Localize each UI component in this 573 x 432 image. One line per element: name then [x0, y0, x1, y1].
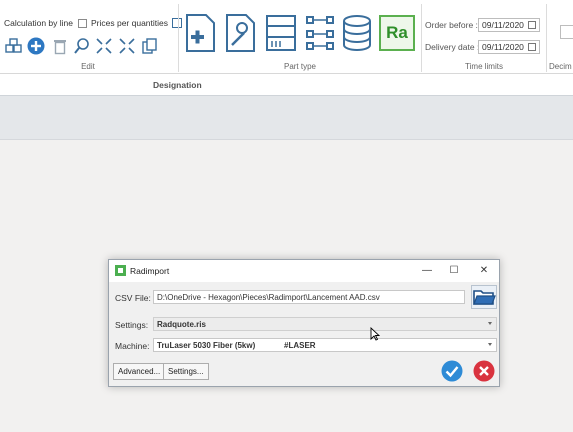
settings-button[interactable]: Settings...: [163, 363, 209, 380]
toolbar-band: [0, 96, 573, 140]
calc-options-row: Calculation by line Prices per quantitie…: [4, 18, 182, 28]
prices-per-quantities-checkbox[interactable]: [77, 18, 87, 28]
sheet-part-icon[interactable]: [184, 13, 218, 53]
cabinet-icon[interactable]: [264, 13, 298, 53]
tube-part-icon[interactable]: [224, 13, 258, 53]
delivery-date-value: 09/11/2020: [482, 42, 524, 52]
order-before-value: 09/11/2020: [482, 20, 524, 30]
prices-per-quantities-label: Prices per quantities: [90, 18, 168, 28]
maximize-button[interactable]: ☐: [446, 263, 462, 279]
delivery-date-field[interactable]: 09/11/2020: [478, 40, 540, 54]
ribbon: Calculation by line Prices per quantitie…: [0, 0, 573, 74]
settings-label: Settings:: [115, 320, 149, 330]
close-button[interactable]: ✕: [476, 263, 492, 279]
csv-file-label: CSV File:: [115, 293, 151, 303]
order-before-date-field[interactable]: 09/11/2020: [478, 18, 540, 32]
machine-select[interactable]: TruLaser 5030 Fiber (5kw) #LASER: [153, 338, 497, 352]
csv-file-input[interactable]: D:\OneDrive - Hexagon\Pieces\Radimport\L…: [153, 290, 465, 304]
dialog-titlebar[interactable]: Radimport — ☐ ✕: [109, 260, 499, 282]
database-icon[interactable]: [340, 13, 374, 53]
decimals-group-label: Decim: [549, 62, 572, 71]
edit-group-label: Edit: [81, 62, 95, 71]
find-icon[interactable]: [73, 37, 91, 55]
settings-select[interactable]: Radquote.ris: [153, 317, 497, 331]
machine-tag: #LASER: [284, 341, 316, 350]
expand-icon[interactable]: [118, 37, 136, 55]
calc-by-line-label: Calculation by line: [4, 18, 73, 28]
component-icon[interactable]: [303, 13, 337, 53]
order-before-label: Order before :: [425, 20, 478, 30]
machine-label: Machine:: [115, 341, 150, 351]
copy-docs-icon[interactable]: [141, 37, 159, 55]
advanced-button[interactable]: Advanced...: [113, 363, 166, 380]
calendar-icon[interactable]: [528, 43, 536, 51]
minimize-button[interactable]: —: [419, 263, 435, 279]
designation-bar: Designation: [0, 74, 573, 96]
folder-icon: [473, 290, 496, 305]
part-type-group-label: Part type: [283, 62, 316, 71]
collapse-icon[interactable]: [95, 37, 113, 55]
decimals-field[interactable]: [560, 25, 573, 39]
radimport-app-icon: [115, 265, 126, 276]
browse-folder-button[interactable]: [471, 285, 497, 309]
settings-value: Radquote.ris: [157, 320, 206, 329]
ra-icon[interactable]: Ra: [379, 15, 415, 51]
radimport-dialog: Radimport — ☐ ✕ CSV File: D:\OneDrive - …: [108, 259, 500, 387]
time-limits-group-label: Time limits: [465, 62, 503, 71]
machine-value: TruLaser 5030 Fiber (5kw): [157, 341, 256, 350]
calendar-icon[interactable]: [528, 21, 536, 29]
trash-icon[interactable]: [51, 37, 69, 55]
ok-check-button[interactable]: [441, 360, 463, 382]
separator: [546, 4, 547, 72]
mouse-cursor-icon: [370, 327, 380, 341]
chevron-down-icon: [488, 343, 492, 346]
dialog-launcher-icon[interactable]: [172, 18, 182, 28]
add-icon[interactable]: [27, 37, 45, 55]
designation-label: Designation: [153, 80, 202, 90]
chevron-down-icon: [488, 322, 492, 325]
dialog-title: Radimport: [130, 266, 170, 276]
separator: [178, 4, 179, 72]
delivery-date-label: Delivery date :: [425, 42, 480, 52]
cancel-x-button[interactable]: [473, 360, 495, 382]
cubes-icon[interactable]: [5, 37, 23, 55]
